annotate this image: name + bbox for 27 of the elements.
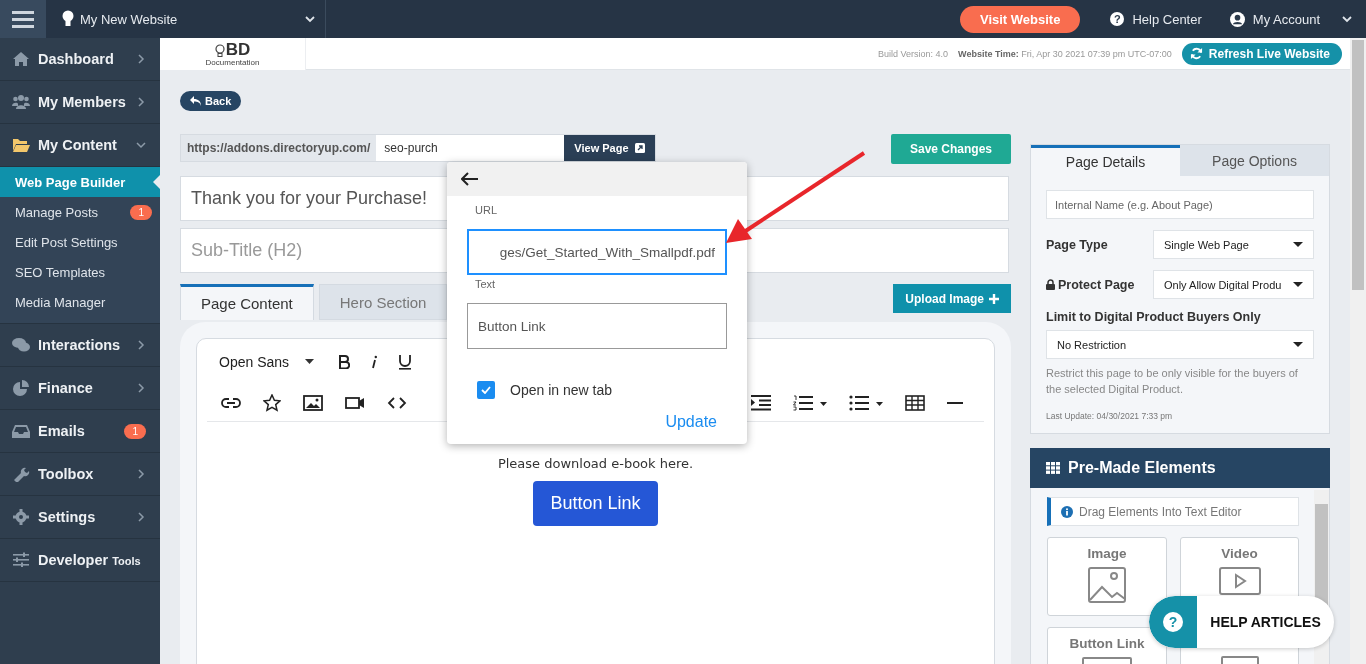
text-label: Text xyxy=(474,278,497,290)
protect-page-label: Protect Page xyxy=(1046,277,1153,292)
checkbox-label: Open in new tab xyxy=(510,382,612,398)
sidebar-label: Finance xyxy=(38,380,94,396)
sidebar-label: Dashboard xyxy=(38,51,115,67)
panel-title: Pre-Made Elements xyxy=(1068,459,1216,477)
url-label: URL xyxy=(474,203,498,216)
page-type-label: Page Type xyxy=(1046,237,1109,252)
count-badge: 1 xyxy=(124,423,146,439)
website-time: Website Time: Fri, Apr 30 2021 07:39 pm UTC-07:00 xyxy=(958,48,1172,59)
sidebar-label: Developer Tools xyxy=(38,552,142,568)
logo: BD Documentation xyxy=(160,37,306,70)
sidebar-label: Toolbox xyxy=(38,466,95,482)
help-icon: ? xyxy=(1110,12,1125,26)
sidebar-label: My Content xyxy=(38,137,118,153)
help-icon: ? xyxy=(1163,612,1183,632)
build-version: Build Version: 4.0 xyxy=(878,48,949,59)
editor-text: Please download e-book here. xyxy=(497,456,694,471)
limit-label: Limit to Digital Product Buyers Only xyxy=(1046,310,1262,324)
last-update: Last Update: 04/30/2021 7:33 pm xyxy=(1046,411,1174,421)
info-note: Drag Elements Into Text Editor xyxy=(1047,497,1299,526)
sidebar-label: Emails xyxy=(38,423,86,439)
help-text: Restrict this page to be only visible for the buyers of the selected Digital Product. xyxy=(1046,366,1299,397)
sidebar-label: My Members xyxy=(38,94,127,110)
sidebar-label: Interactions xyxy=(38,337,122,353)
count-badge: 1 xyxy=(130,204,152,220)
sidebar-label: Settings xyxy=(38,509,97,525)
